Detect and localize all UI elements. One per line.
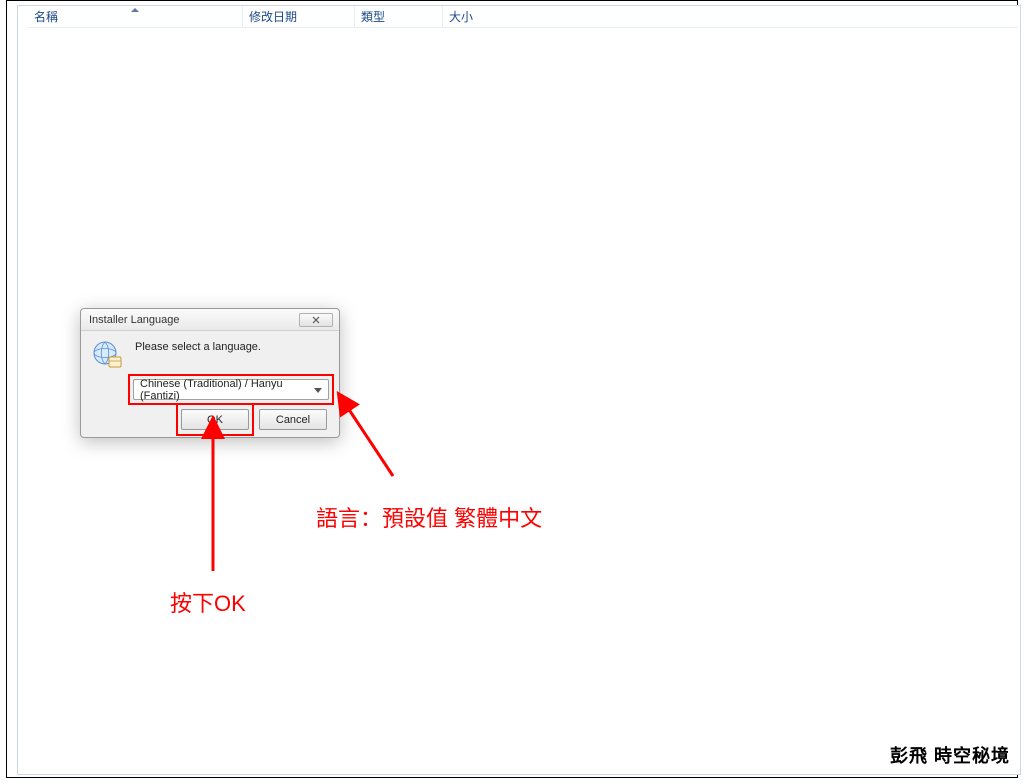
explorer-list-panel: 名稱 修改日期 類型 大小 Installer Language bbox=[17, 5, 1021, 775]
annotation-language-label: 語言：預設值 繁體中文 bbox=[316, 501, 542, 533]
ok-button[interactable]: OK bbox=[181, 409, 249, 430]
column-header-type[interactable]: 類型 bbox=[355, 6, 443, 28]
sort-ascending-icon bbox=[131, 8, 139, 12]
language-select-value: Chinese (Traditional) / Hanyu (Fantizi) bbox=[140, 378, 310, 402]
column-header-name-label: 名稱 bbox=[34, 8, 58, 25]
screenshot-frame: 名稱 修改日期 類型 大小 Installer Language bbox=[6, 0, 1018, 778]
language-select[interactable]: Chinese (Traditional) / Hanyu (Fantizi) bbox=[133, 379, 329, 400]
column-header-type-label: 類型 bbox=[361, 8, 385, 25]
dialog-titlebar[interactable]: Installer Language bbox=[81, 309, 339, 331]
dialog-body: Please select a language. Chinese (Tradi… bbox=[81, 331, 339, 439]
close-icon bbox=[312, 316, 320, 324]
cancel-button-label: Cancel bbox=[276, 414, 310, 426]
column-header-date[interactable]: 修改日期 bbox=[243, 6, 355, 28]
chevron-down-icon bbox=[311, 383, 325, 397]
ok-button-label: OK bbox=[207, 414, 223, 426]
dialog-button-row: OK Cancel bbox=[181, 409, 327, 430]
column-header-row: 名稱 修改日期 類型 大小 bbox=[28, 6, 1018, 28]
column-header-size[interactable]: 大小 bbox=[443, 6, 523, 28]
close-button[interactable] bbox=[299, 313, 333, 327]
column-header-size-label: 大小 bbox=[449, 8, 473, 25]
dialog-prompt: Please select a language. bbox=[135, 341, 261, 353]
installer-language-dialog: Installer Language Please select a langu… bbox=[80, 308, 340, 438]
column-header-name[interactable]: 名稱 bbox=[28, 6, 243, 28]
cancel-button[interactable]: Cancel bbox=[259, 409, 327, 430]
dialog-title: Installer Language bbox=[89, 314, 299, 326]
arrow-to-language-select bbox=[340, 396, 393, 476]
column-header-date-label: 修改日期 bbox=[249, 8, 297, 25]
annotation-ok-label: 按下OK bbox=[170, 586, 246, 618]
globe-install-icon bbox=[91, 339, 123, 371]
watermark: 彭飛 時空秘境 bbox=[890, 742, 1010, 768]
